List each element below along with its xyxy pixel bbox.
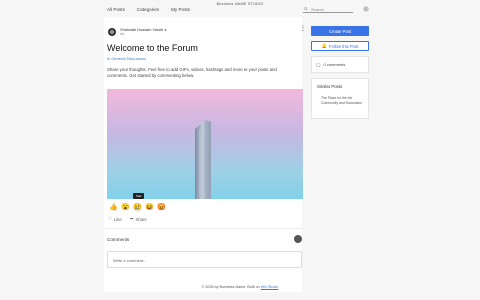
nav-my-posts[interactable]: My Posts bbox=[171, 7, 190, 12]
post-actions: ♡ Like ➦ Share bbox=[108, 216, 147, 222]
post-image[interactable] bbox=[107, 89, 303, 199]
share-button[interactable]: ➦ Share bbox=[130, 216, 147, 222]
reaction-bar: 👍 😮 😢 😆 😡 bbox=[109, 203, 166, 212]
like-button[interactable]: ♡ Like bbox=[108, 216, 122, 222]
reaction-tooltip: Sad bbox=[133, 193, 145, 199]
laugh-reaction-icon[interactable]: 😆 bbox=[145, 203, 154, 212]
angry-reaction-icon[interactable]: 😡 bbox=[157, 203, 166, 212]
post-title: Welcome to the Forum bbox=[107, 43, 198, 53]
comment-count-card: ◯ 0 comments bbox=[311, 56, 369, 73]
similar-post-link[interactable]: The Place for the Art Community and Disc… bbox=[317, 96, 363, 105]
thumbs-up-reaction-icon[interactable]: 👍 bbox=[109, 203, 118, 212]
author-name-text: Shahzaib Hussain Yasrib bbox=[120, 27, 164, 32]
author-avatar[interactable] bbox=[108, 28, 116, 36]
nav-categories[interactable]: Categories bbox=[137, 7, 159, 12]
bell-icon: 🔔 bbox=[321, 43, 327, 48]
post-divider bbox=[104, 228, 302, 229]
post-category-link[interactable]: in General Discussion bbox=[107, 56, 146, 61]
top-bar: Business NAME STUDIO All Posts Categorie… bbox=[0, 0, 480, 16]
forum-nav: All Posts Categories My Posts bbox=[107, 7, 190, 12]
follow-post-button[interactable]: 🔔 Follow this Post bbox=[311, 41, 369, 51]
comments-heading: Comments bbox=[107, 237, 130, 242]
surprised-reaction-icon[interactable]: 😮 bbox=[121, 203, 130, 212]
search-placeholder: Search bbox=[311, 6, 324, 12]
sad-reaction-icon[interactable]: 😢 bbox=[133, 203, 142, 212]
comment-bubble-icon: ◯ bbox=[316, 62, 321, 67]
post-body: Share your thoughts. Feel free to add GI… bbox=[107, 67, 277, 78]
like-label: Like bbox=[113, 216, 122, 222]
verified-badge-icon: ● bbox=[164, 27, 167, 32]
nav-all-posts[interactable]: All Posts bbox=[107, 7, 125, 12]
settings-icon[interactable] bbox=[363, 6, 369, 12]
comment-placeholder: Write a comment... bbox=[113, 258, 147, 263]
create-post-button[interactable]: Create Post bbox=[311, 26, 369, 36]
like-icon: ♡ bbox=[108, 216, 112, 221]
author-role: Ad bbox=[120, 32, 125, 36]
commenter-avatar bbox=[294, 235, 302, 243]
author-name[interactable]: Shahzaib Hussain Yasrib ● bbox=[120, 27, 167, 32]
similar-posts-card: Similar Posts The Place for the Art Comm… bbox=[311, 78, 369, 119]
search-input[interactable]: Search bbox=[303, 6, 353, 13]
footer-text: © 2035 by Business Name. Built on bbox=[201, 285, 261, 289]
site-footer: © 2035 by Business Name. Built on Wix St… bbox=[0, 285, 480, 289]
site-brand[interactable]: Business NAME STUDIO bbox=[0, 2, 480, 6]
similar-posts-title: Similar Posts bbox=[317, 84, 343, 89]
share-label: Share bbox=[135, 216, 147, 222]
search-icon bbox=[304, 7, 308, 11]
follow-post-label: Follow this Post bbox=[328, 43, 359, 49]
footer-wix-link[interactable]: Wix Studio bbox=[261, 285, 279, 289]
share-icon: ➦ bbox=[129, 216, 134, 221]
more-options-icon[interactable]: ⋮ bbox=[300, 26, 306, 32]
comment-count: 0 comments bbox=[323, 62, 346, 67]
tower-illustration bbox=[195, 120, 211, 199]
comment-input[interactable]: Write a comment... bbox=[107, 251, 302, 268]
